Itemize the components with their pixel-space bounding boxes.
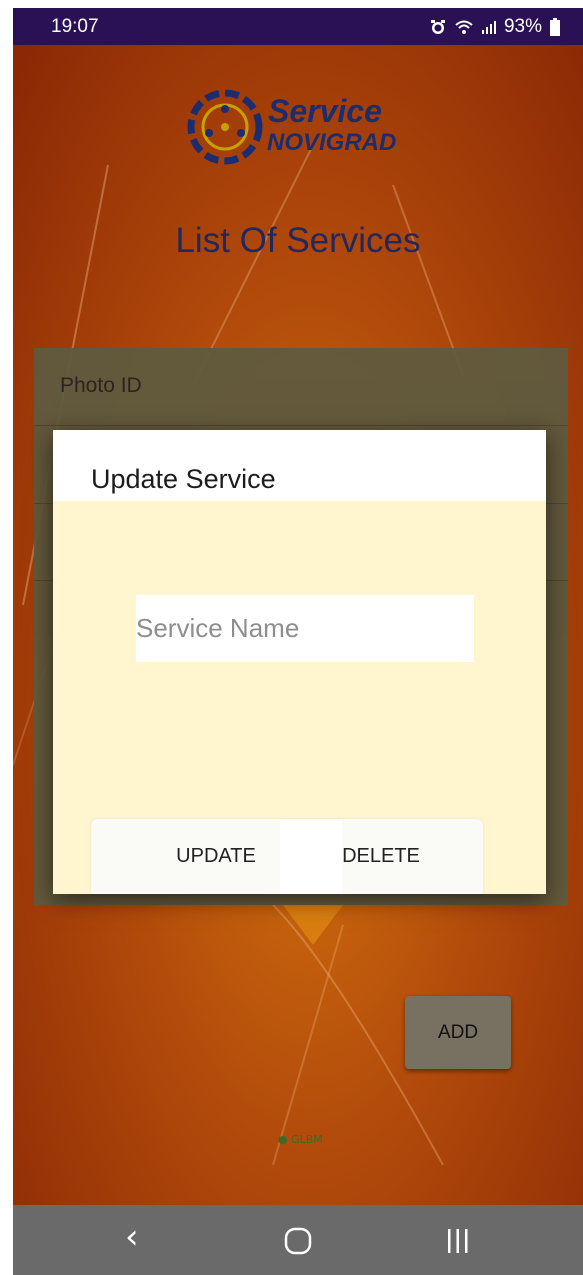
- watermark-text: GLBM: [291, 1133, 323, 1146]
- list-header-photo-id: Photo ID: [60, 374, 142, 397]
- logo-text-service: Service: [268, 93, 382, 129]
- recents-icon[interactable]: [445, 1229, 471, 1253]
- service-name-input[interactable]: [136, 595, 474, 662]
- update-button[interactable]: UPDATE: [151, 819, 281, 894]
- list-divider: [34, 425, 568, 426]
- battery-percent: 93%: [503, 16, 542, 37]
- dialog-title: Update Service: [91, 464, 276, 494]
- watermark: ● GLBM: [278, 1133, 323, 1146]
- watermark-globe-icon: ●: [278, 1133, 288, 1146]
- home-icon[interactable]: [284, 1227, 312, 1255]
- gear-logo-icon: [187, 89, 263, 165]
- signal-icon: [481, 21, 496, 34]
- back-icon[interactable]: ‹: [125, 1217, 139, 1257]
- status-icons: 93%: [429, 16, 561, 38]
- phone-screen: 19:07 93% Service NOVIGRAD List Of Servi…: [13, 8, 583, 1275]
- update-service-dialog: Update Service UPDATE DELETE: [53, 430, 546, 894]
- system-nav-bar: ‹: [13, 1205, 583, 1275]
- battery-icon: [550, 18, 560, 36]
- status-time: 19:07: [51, 16, 99, 37]
- page-title: List Of Services: [175, 221, 421, 260]
- app-logo: Service NOVIGRAD: [183, 85, 423, 175]
- add-button[interactable]: ADD: [405, 996, 511, 1069]
- dialog-button-bar: UPDATE DELETE: [91, 819, 483, 894]
- delete-button[interactable]: DELETE: [316, 819, 446, 894]
- wifi-icon: [455, 20, 473, 34]
- alarm-icon: [430, 20, 445, 34]
- app-screen: Service NOVIGRAD List Of Services Photo …: [13, 45, 583, 1205]
- status-bar: 19:07 93%: [13, 8, 583, 45]
- logo-text-novigrad: NOVIGRAD: [267, 129, 397, 156]
